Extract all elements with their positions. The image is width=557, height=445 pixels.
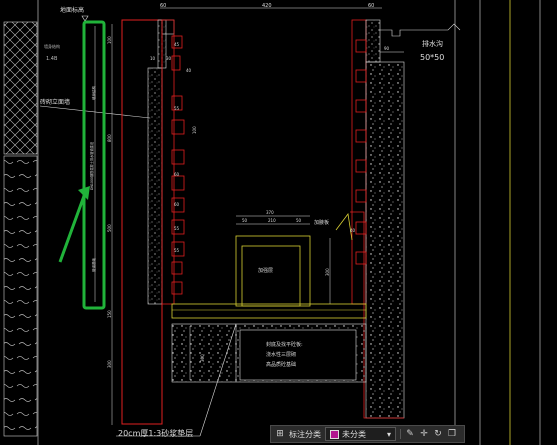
svg-text:370: 370 <box>266 210 274 215</box>
right-wall-stone <box>365 61 405 419</box>
copy-icon[interactable]: ❐ <box>447 429 457 439</box>
svg-text:55: 55 <box>174 248 180 253</box>
layer-select[interactable]: 未分类 ▾ <box>325 427 397 441</box>
drain-label: 排水沟 <box>422 39 443 48</box>
edit-icon[interactable]: ✎ <box>405 429 415 439</box>
rotate-icon[interactable]: ↻ <box>433 429 443 439</box>
svg-text:60: 60 <box>368 3 374 9</box>
soil-hatch-upper <box>3 21 38 155</box>
svg-text:55: 55 <box>174 226 180 231</box>
svg-text:墙身结构: 墙身结构 <box>44 43 60 49</box>
svg-text:60: 60 <box>160 3 166 9</box>
layer-color-swatch <box>330 429 339 439</box>
panel-mid-label: DN1000钢筋混凝土排水管道建设 <box>89 141 94 190</box>
svg-text:100: 100 <box>192 126 197 134</box>
grid-icon[interactable]: ⊞ <box>275 429 285 439</box>
floor-elevation-label: 地面标高 <box>60 6 84 14</box>
svg-text:50: 50 <box>296 218 302 223</box>
svg-text:90: 90 <box>384 46 390 51</box>
cover-label-3: 高品质砼基础 <box>266 361 296 368</box>
svg-text:420: 420 <box>262 3 272 9</box>
svg-text:45: 45 <box>174 42 180 47</box>
panel-top-label: 墙身结构 <box>91 86 96 100</box>
svg-text:55: 55 <box>174 106 180 111</box>
annotate-label: 标注分类 <box>289 429 321 439</box>
svg-text:800: 800 <box>107 134 112 142</box>
cover-label-1: 封底及找平砼板: <box>266 341 303 348</box>
layer-value: 未分类 <box>342 429 366 439</box>
svg-text:150: 150 <box>107 310 112 318</box>
svg-text:30: 30 <box>166 56 172 61</box>
svg-text:50: 50 <box>242 218 248 223</box>
chevron-down-icon: ▾ <box>387 429 392 439</box>
svg-text:500: 500 <box>107 224 112 232</box>
svg-text:300: 300 <box>200 354 205 362</box>
svg-text:40: 40 <box>186 68 192 73</box>
svg-text:10: 10 <box>150 56 156 61</box>
svg-text:100: 100 <box>107 36 112 44</box>
left-wall <box>147 67 163 305</box>
svg-text:60: 60 <box>174 172 180 177</box>
slope-label: 1.4B <box>46 56 58 62</box>
svg-text:40: 40 <box>350 228 356 233</box>
svg-text:210: 210 <box>268 218 276 223</box>
soil-wave-lower <box>3 155 38 437</box>
svg-text:300: 300 <box>107 360 112 368</box>
svg-text:300: 300 <box>325 268 330 276</box>
svg-text:60: 60 <box>174 202 180 207</box>
move-icon[interactable]: ✛ <box>419 429 429 439</box>
box-label: 加腋板 <box>314 219 329 226</box>
foundation-label: 20cm厚1:3砂浆垫层 <box>118 428 193 438</box>
cad-drawing-canvas[interactable]: 墙身结构 1.4B 砖砌立面墙 地面标高 墙身结构 DN1000钢筋混凝土排水管… <box>0 0 557 445</box>
wall-label: 砖砌立面墙 <box>40 98 70 106</box>
pad-label: 加强层 <box>258 267 273 274</box>
cover-label-2: 浇水性三层砌 <box>266 351 296 358</box>
panel-bot-label: 管道基础 <box>91 258 96 272</box>
annotation-toolbar: ⊞ 标注分类 未分类 ▾ ✎ ✛ ↻ ❐ <box>270 425 465 443</box>
svg-text:50*50: 50*50 <box>420 53 444 62</box>
annotation-arrow <box>58 195 86 263</box>
